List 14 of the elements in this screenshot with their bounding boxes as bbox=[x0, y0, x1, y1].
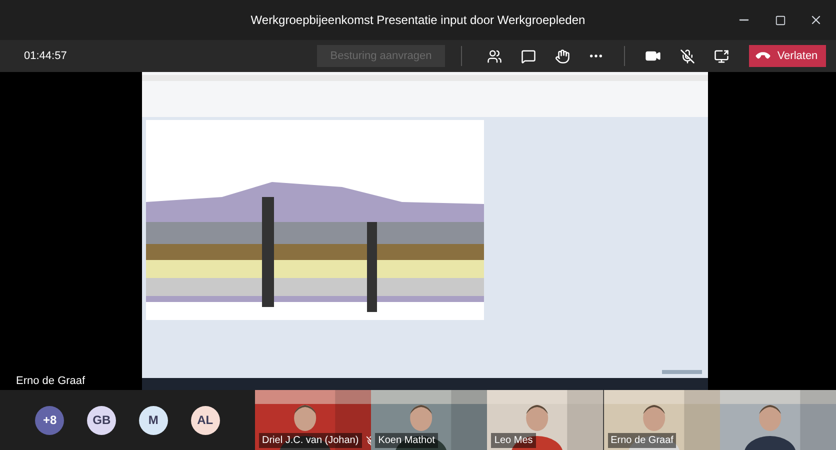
avatar[interactable]: GB bbox=[87, 406, 116, 434]
maximize-icon[interactable] bbox=[774, 14, 786, 26]
meeting-timer: 01:44:57 bbox=[24, 48, 67, 64]
avatar[interactable]: +8 bbox=[35, 406, 64, 434]
leave-button[interactable]: Verlaten bbox=[749, 45, 826, 67]
presenter-name: Erno de Graaf bbox=[16, 374, 86, 389]
participant-name: Driel J.C. van (Johan) bbox=[259, 433, 362, 448]
avatar[interactable]: AL bbox=[190, 406, 220, 434]
participant-name: Erno de Graaf bbox=[608, 433, 676, 448]
participant-name: Koen Mathot bbox=[375, 433, 438, 448]
close-icon[interactable] bbox=[809, 13, 823, 27]
window-title: Werkgroepbijeenkomst Presentatie input door Werkgroepleden bbox=[250, 12, 586, 29]
avatar[interactable]: M bbox=[138, 406, 168, 434]
participant-name: Leo Mes bbox=[491, 433, 536, 448]
